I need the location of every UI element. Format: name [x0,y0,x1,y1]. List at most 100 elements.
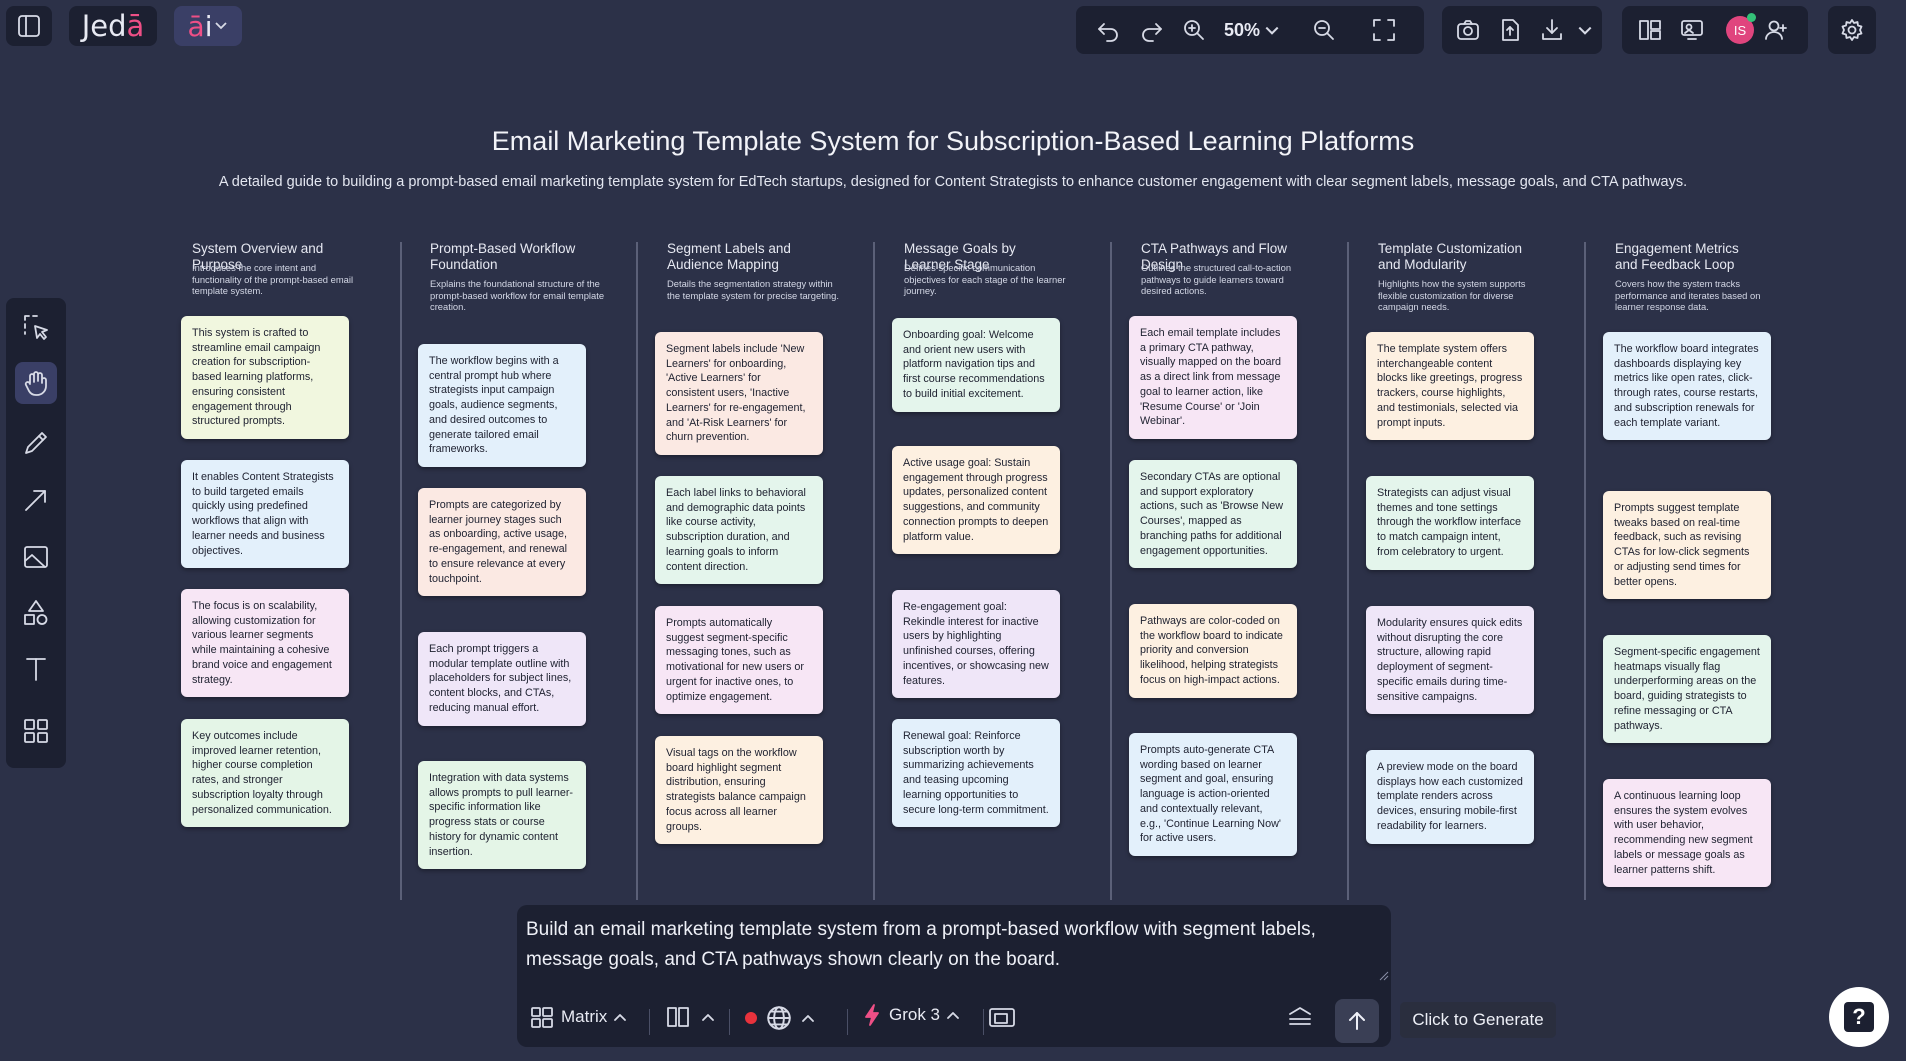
sticky-note-card[interactable]: Re-engagement goal: Rekindle interest fo… [892,590,1060,699]
select-icon [24,315,48,340]
layout-button[interactable] [1632,12,1668,48]
sticky-note-card[interactable]: Segment-specific engagement heatmaps vis… [1603,635,1771,744]
sticky-note-card[interactable]: It enables Content Strategists to build … [181,460,349,569]
column-description: Outlines the structured call-to-action p… [1141,262,1292,296]
board-subtitle: A detailed guide to building a prompt-ba… [218,174,1688,190]
select-tool[interactable] [15,306,57,348]
view-toolbar: 50% [1076,6,1424,54]
record-indicator [745,1012,757,1024]
arrow-tool[interactable] [15,479,57,521]
download-button[interactable] [1534,12,1570,48]
send-arrow-icon [1349,1012,1365,1030]
zoom-out-icon [1314,20,1334,40]
chevron-down-icon[interactable] [1577,23,1593,39]
share-button[interactable] [1492,12,1528,48]
chevron-up-icon [947,1012,959,1019]
user-avatar[interactable]: IS [1726,13,1756,44]
sticky-note-card[interactable]: Secondary CTAs are optional and support … [1129,460,1297,569]
sticky-note-card[interactable]: Integration with data systems allows pro… [418,761,586,870]
column-divider [636,242,638,900]
column-heading: Segment Labels and Audience Mapping [667,241,791,272]
components-tool[interactable] [15,710,57,752]
zoom-level-value: 50% [1224,20,1261,40]
generate-button[interactable] [1335,999,1379,1043]
sticky-note-card[interactable]: Each prompt triggers a modular template … [418,632,586,726]
sticky-note-card[interactable]: Prompts automatically suggest segment-sp… [655,606,823,715]
model-selector[interactable]: Grok 3 [863,1004,960,1026]
app-logo[interactable]: Jedā [69,6,157,46]
prompt-input[interactable]: Build an email marketing template system… [526,915,1376,975]
drawing-toolbar [6,298,66,768]
sticky-note-card[interactable]: The workflow begins with a central promp… [418,344,586,467]
sticky-note-card[interactable]: The template system offers interchangeab… [1366,332,1534,441]
redo-button[interactable] [1134,12,1170,48]
sticky-note-card[interactable]: Key outcomes include improved learner re… [181,719,349,828]
bolt-icon [865,1004,879,1026]
help-button[interactable]: ? [1829,987,1889,1047]
sticky-note-card[interactable]: A continuous learning loop ensures the s… [1603,779,1771,888]
undo-button[interactable] [1090,12,1126,48]
sidebar-toggle-icon [11,8,47,44]
sticky-note-card[interactable]: Each email template includes a primary C… [1129,316,1297,439]
globe-icon [767,1006,791,1030]
sticky-note-card[interactable]: Prompts are categorized by learner journ… [418,488,586,597]
sticky-note-card[interactable]: Each label links to behavioral and demog… [655,476,823,585]
upload-icon [1502,19,1519,41]
screenshot-button[interactable] [1450,12,1486,48]
camera-icon [1457,20,1479,40]
column-heading: Engagement Metrics and Feedback Loop [1615,241,1739,272]
sticky-note-card[interactable]: The workflow board integrates dashboards… [1603,332,1771,441]
sticky-note-card[interactable]: Pathways are color-coded on the workflow… [1129,604,1297,698]
sticky-note-card[interactable]: Segment labels include 'New Learners' fo… [655,332,823,455]
sticky-note-card[interactable]: A preview mode on the board displays how… [1366,750,1534,844]
settings-button[interactable] [1828,6,1876,54]
grid-icon [24,719,48,743]
add-user-button[interactable] [1758,12,1794,48]
generate-tooltip: Click to Generate [1400,1002,1556,1038]
present-button[interactable] [1674,12,1710,48]
sticky-note-card[interactable]: Prompts suggest template tweaks based on… [1603,491,1771,600]
fit-screen-button[interactable] [1366,12,1402,48]
online-status-dot [1747,13,1756,22]
sticky-note-card[interactable]: Renewal goal: Reinforce subscription wor… [892,719,1060,828]
collab-toolbar: IS [1622,6,1808,54]
help-icon: ? [1844,1002,1874,1032]
zoom-out-button[interactable] [1306,12,1342,48]
sticky-note-card[interactable]: Prompts auto-generate CTA wording based … [1129,733,1297,856]
arrow-icon [25,490,46,511]
chevron-up-icon [614,1014,627,1021]
separator [729,1009,730,1035]
sticky-note-card[interactable]: This system is crafted to streamline ema… [181,316,349,439]
panels-selector[interactable] [665,1004,715,1030]
zoom-in-button[interactable] [1176,12,1212,48]
web-search-toggle[interactable] [745,1004,815,1032]
text-tool[interactable] [15,648,57,690]
pencil-icon [25,432,47,454]
column-description: Defines specific communication objective… [904,262,1066,296]
matrix-icon [531,1007,553,1028]
sticky-note-card[interactable]: Strategists can adjust visual themes and… [1366,476,1534,570]
layout-mode-selector[interactable]: Matrix [529,1004,627,1030]
ai-label: āi [187,9,213,43]
frame-selector[interactable] [987,1004,1017,1032]
hand-tool[interactable] [15,362,57,404]
add-user-icon [1765,20,1787,40]
pencil-tool[interactable] [15,422,57,464]
sticky-note-card[interactable]: The focus is on scalability, allowing cu… [181,589,349,698]
separator [649,1009,650,1035]
chevron-up-icon [702,1014,714,1021]
present-icon [1681,20,1703,40]
sticky-note-card[interactable]: Modularity ensures quick edits without d… [1366,606,1534,715]
layers-button[interactable] [1287,1004,1313,1030]
sticky-note-card[interactable]: Active usage goal: Sustain engagement th… [892,446,1060,555]
layout-mode-label: Matrix [561,1007,608,1026]
image-icon [24,546,48,568]
sticky-note-card[interactable]: Visual tags on the workflow board highli… [655,736,823,845]
image-tool[interactable] [15,536,57,578]
zoom-level[interactable]: 50% [1224,20,1280,41]
sidebar-toggle-button[interactable] [6,6,52,46]
sticky-note-card[interactable]: Onboarding goal: Welcome and orient new … [892,318,1060,412]
shapes-tool[interactable] [15,592,57,634]
ai-menu-button[interactable]: āi [174,6,242,46]
resize-handle-icon[interactable] [1379,971,1389,981]
